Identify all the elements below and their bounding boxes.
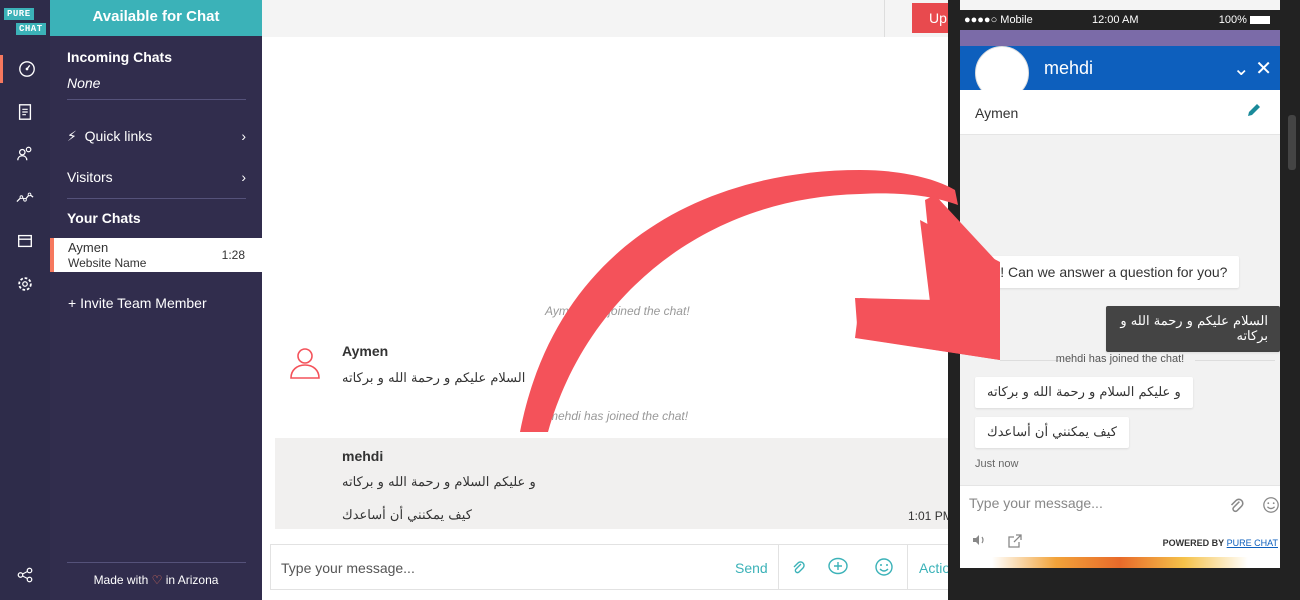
dashboard-icon[interactable] — [0, 55, 50, 83]
status-time: 12:00 AM — [1092, 14, 1139, 26]
visitor-name: Aymen — [975, 105, 1019, 121]
operator-name: mehdi — [1044, 58, 1094, 78]
minimize-icon[interactable]: ⌄ — [1233, 58, 1250, 80]
sound-icon[interactable] — [971, 533, 987, 552]
divider — [67, 198, 246, 199]
message-composer: Type your message... Send Actions — [270, 544, 970, 590]
chat-visitor-name: Aymen — [68, 240, 109, 255]
divider — [884, 0, 885, 37]
emoji-icon[interactable] — [873, 556, 895, 578]
carrier-signal: ●●●●○ Mobile — [964, 14, 1033, 26]
divider — [67, 562, 246, 563]
emoji-icon[interactable] — [1262, 496, 1280, 519]
phone-mockup: ●●●●○ Mobile 12:00 AM 100% mehdi ⌄ ✕ Aym… — [948, 0, 1300, 600]
add-canned-response-icon[interactable] — [827, 556, 849, 578]
visitor-message-bubble: السلام عليكم و رحمة الله و بركاته — [1106, 306, 1280, 352]
powered-by-link[interactable]: PURE CHAT — [1227, 538, 1278, 548]
heart-icon: ♡ — [151, 573, 163, 587]
edit-pencil-icon[interactable] — [1246, 102, 1262, 123]
logo-text-bottom: CHAT — [16, 23, 46, 35]
widget-composer: Type your message... — [960, 485, 1280, 527]
message-author: Aymen — [342, 343, 389, 359]
message-input[interactable]: Type your message... — [281, 560, 415, 576]
chevron-right-icon: › — [241, 169, 246, 185]
visitor-name-bar: Aymen — [960, 90, 1280, 135]
system-message: Aymen has joined the chat! — [545, 304, 690, 318]
operator-reply-bubble: كيف يمكنني أن أساعدك — [975, 417, 1129, 448]
message-time: Just now — [975, 458, 1019, 470]
page-background-strip — [960, 557, 1280, 568]
analytics-icon[interactable] — [0, 184, 50, 212]
operator-sidebar: Available for Chat Incoming Chats None ⚡… — [50, 0, 262, 600]
footer-text-post: in Arizona — [165, 573, 219, 587]
chevron-right-icon: › — [241, 128, 246, 144]
divider — [67, 99, 246, 100]
chat-topbar: Up — [262, 0, 962, 37]
powered-by: POWERED BY PURE CHAT — [1162, 538, 1278, 548]
footer-text-pre: Made with — [93, 573, 149, 587]
incoming-chats-value: None — [67, 75, 101, 91]
system-message: mehdi has joined the chat! — [548, 409, 689, 423]
made-with-love-footer: Made with ♡ in Arizona — [50, 564, 262, 600]
message-text: و عليكم السلام و رحمة الله و بركاته — [342, 475, 536, 490]
widget-controls: ⌄ ✕ — [1233, 56, 1272, 81]
battery-icon — [1250, 16, 1270, 25]
chat-duration: 1:28 — [221, 248, 245, 262]
battery-indicator: 100% — [1219, 14, 1270, 26]
visitors-item[interactable]: Visitors › — [67, 169, 246, 185]
pure-chat-logo[interactable]: PURE CHAT — [4, 8, 46, 40]
divider — [907, 545, 908, 589]
transcripts-icon[interactable] — [0, 98, 50, 126]
attachment-icon[interactable] — [787, 556, 809, 578]
widget-message-input[interactable]: Type your message... — [969, 495, 1103, 511]
invite-team-member-link[interactable]: + Invite Team Member — [68, 295, 247, 311]
message-text: كيف يمكنني أن أساعدك — [342, 508, 472, 523]
phone-side-button — [1288, 115, 1296, 170]
settings-icon[interactable] — [0, 270, 50, 298]
widget-footer: POWERED BY PURE CHAT — [960, 527, 1280, 557]
chat-website-name: Website Name — [68, 256, 147, 270]
phone-status-bar: ●●●●○ Mobile 12:00 AM 100% — [960, 10, 1280, 30]
contacts-icon[interactable] — [0, 140, 50, 168]
send-button[interactable]: Send — [735, 560, 768, 576]
attachment-icon[interactable] — [1228, 496, 1244, 519]
share-icon[interactable] — [0, 561, 50, 589]
visitors-label: Visitors — [67, 169, 113, 185]
your-chats-heading: Your Chats — [67, 210, 141, 226]
operator-reply-bubble: و عليكم السلام و رحمة الله و بركاته — [975, 377, 1193, 408]
icon-rail: PURE CHAT — [0, 0, 50, 600]
divider — [778, 545, 779, 589]
chat-list-item[interactable]: Aymen Website Name 1:28 — [50, 238, 262, 272]
message-text: السلام عليكم و رحمة الله و بركاته — [342, 371, 526, 386]
incoming-chats-heading: Incoming Chats — [67, 49, 173, 65]
popout-icon[interactable] — [1007, 533, 1023, 554]
greeting-bubble: Hi! Can we answer a question for you? — [975, 256, 1240, 288]
logo-text-top: PURE — [4, 8, 34, 20]
page-background-strip — [960, 30, 1280, 46]
phone-screen: ●●●●○ Mobile 12:00 AM 100% mehdi ⌄ ✕ Aym… — [960, 0, 1280, 568]
availability-toggle[interactable]: Available for Chat — [50, 0, 262, 36]
visitor-avatar-icon — [288, 345, 322, 386]
message-author: mehdi — [342, 448, 384, 464]
close-icon[interactable]: ✕ — [1255, 58, 1272, 80]
inbox-icon[interactable] — [0, 227, 50, 255]
quick-links-label: ⚡ Quick links — [67, 128, 153, 144]
message-timestamp: 1:01 PM — [908, 509, 953, 523]
widget-system-message: mehdi has joined the chat! — [1055, 353, 1185, 365]
quick-links-item[interactable]: ⚡ Quick links › — [67, 128, 246, 145]
lightning-icon: ⚡ — [67, 128, 77, 144]
